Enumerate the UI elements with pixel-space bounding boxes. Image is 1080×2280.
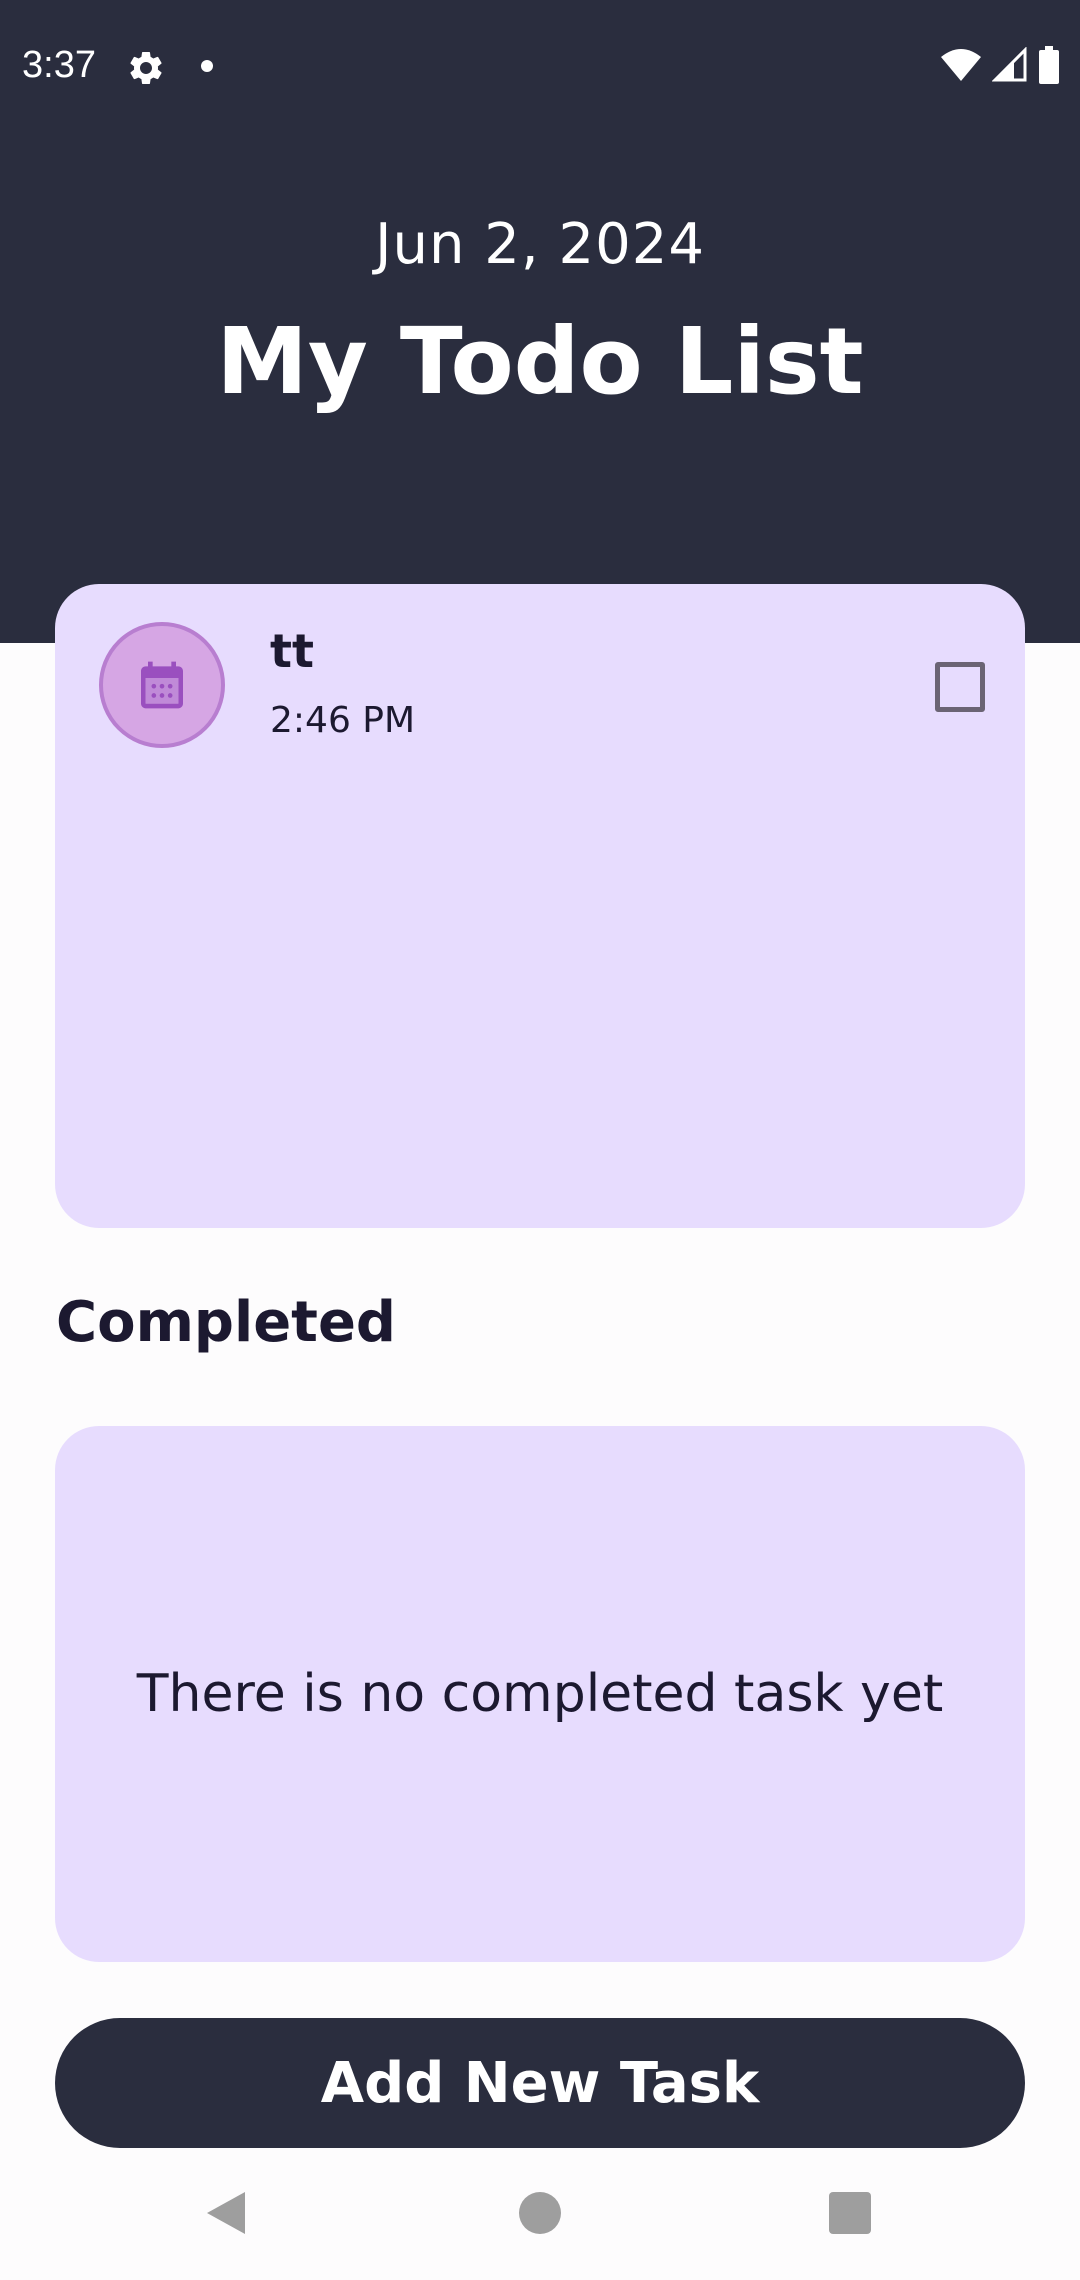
wifi-icon	[941, 49, 981, 81]
back-icon[interactable]	[205, 2190, 247, 2236]
settings-gear-icon	[130, 51, 162, 84]
task-complete-checkbox[interactable]	[935, 662, 985, 712]
completed-tasks-card: There is no completed task yet	[55, 1426, 1025, 1962]
task-category-avatar	[99, 622, 225, 748]
status-time: 3:37	[22, 44, 96, 86]
empty-completed-message: There is no completed task yet	[136, 1664, 944, 1724]
header: 3:37 Jun 2, 2024 My Todo List	[0, 0, 1080, 643]
task-time: 2:46 PM	[270, 700, 416, 741]
notification-dot-icon	[201, 60, 213, 72]
add-new-task-button[interactable]: Add New Task	[55, 2018, 1025, 2148]
todo-screen: 3:37 Jun 2, 2024 My Todo List tt 2:46 PM…	[0, 0, 1080, 2280]
status-icons	[940, 46, 1060, 84]
completed-heading: Completed	[56, 1290, 397, 1355]
calendar-icon	[141, 661, 183, 709]
cell-signal-icon	[992, 47, 1027, 82]
task-card[interactable]: tt 2:46 PM	[55, 584, 1025, 1228]
home-icon[interactable]	[519, 2192, 561, 2234]
battery-icon	[1039, 46, 1059, 84]
current-date: Jun 2, 2024	[374, 212, 706, 277]
task-title: tt	[270, 624, 314, 678]
page-title: My Todo List	[216, 308, 864, 415]
status-bar: 3:37	[0, 0, 1080, 134]
system-nav-bar	[0, 2148, 1080, 2280]
recents-icon[interactable]	[829, 2192, 871, 2234]
